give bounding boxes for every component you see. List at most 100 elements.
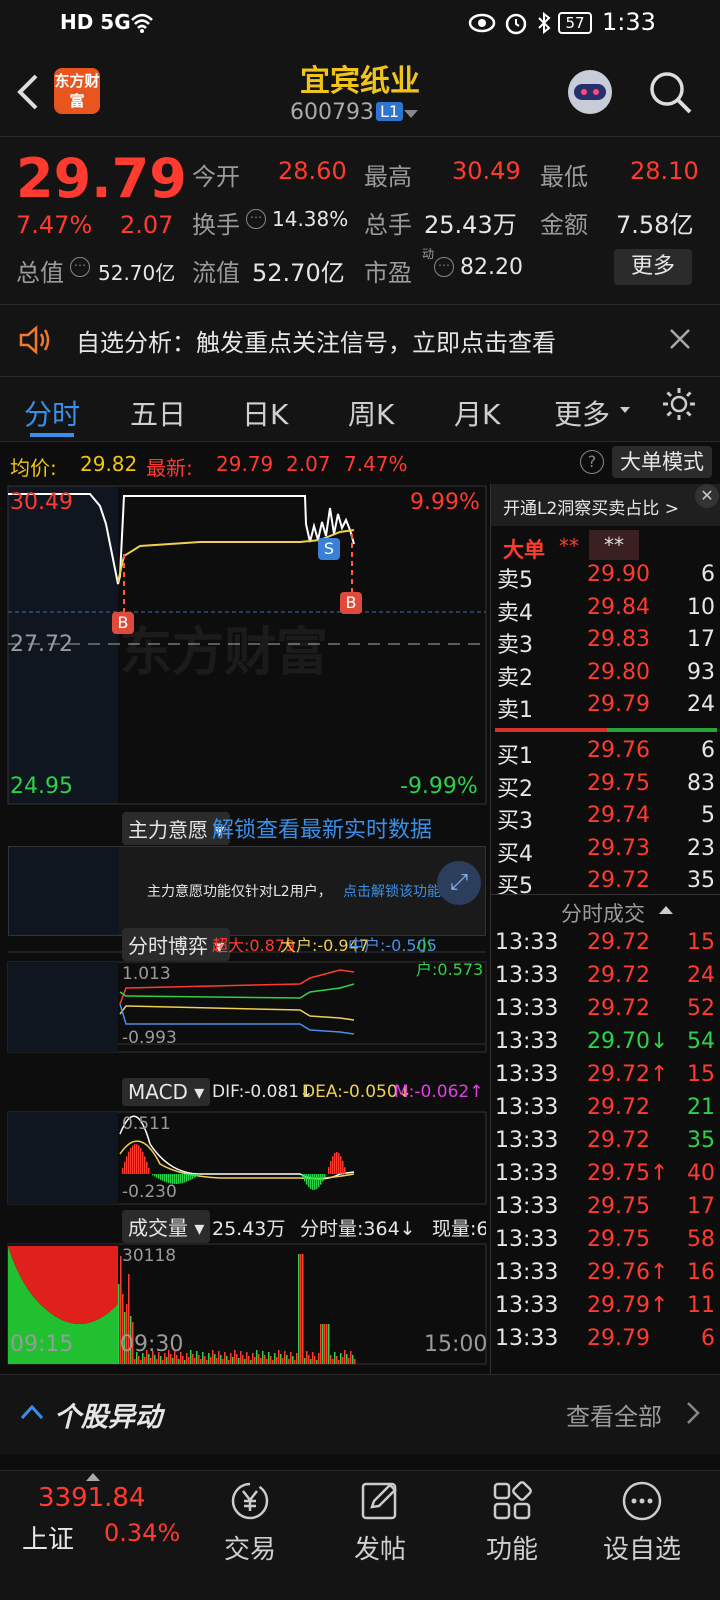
info-icon[interactable]: ⋯ bbox=[246, 209, 266, 229]
tick-time: 13:33 bbox=[495, 1161, 559, 1186]
l2-unlock-link[interactable]: 点击解锁该功能 bbox=[343, 881, 441, 901]
close-icon[interactable] bbox=[668, 327, 692, 351]
index-name[interactable]: 上证 bbox=[22, 1519, 74, 1556]
tab-more[interactable]: 更多 bbox=[554, 393, 610, 433]
tick-time: 13:33 bbox=[495, 930, 559, 955]
ticks-title[interactable]: 分时成交 bbox=[561, 898, 645, 928]
main-intent-shade bbox=[9, 847, 119, 935]
volume-bar bbox=[290, 1352, 292, 1364]
macd-m: M:-0.062↑ bbox=[394, 1082, 484, 1102]
big-order-label: 大单 bbox=[503, 538, 545, 562]
bluetooth-icon bbox=[538, 11, 551, 35]
macd-label: MACD bbox=[128, 1080, 188, 1104]
macd-dif: DIF:-0.081↓ bbox=[212, 1082, 314, 1102]
search-icon[interactable] bbox=[648, 70, 694, 116]
more-dots-icon bbox=[622, 1481, 662, 1521]
amount-label: 金额 bbox=[540, 211, 588, 239]
volume-bar bbox=[242, 1355, 244, 1364]
notice-bar[interactable]: 自选分析：触发重点关注信号，立即点击查看 bbox=[0, 304, 720, 376]
tab-intraday[interactable]: 分时 bbox=[24, 393, 80, 433]
volume-bar bbox=[256, 1350, 258, 1364]
macd-selector[interactable]: MACD ▾ bbox=[122, 1078, 211, 1106]
l2-promo[interactable]: 开通L2洞察买卖占比 > ✕ bbox=[491, 484, 720, 526]
sell-marker[interactable]: S bbox=[318, 538, 340, 560]
intraday-chart-area[interactable]: 30.49 27.72 24.95 9.99% -9.99% 东方财富 B B … bbox=[0, 484, 490, 1374]
ask-price: 29.83 bbox=[587, 627, 650, 653]
volume-bar bbox=[302, 1254, 304, 1364]
info-icon[interactable]: ⋯ bbox=[70, 257, 90, 277]
pe-value: 82.20 bbox=[460, 255, 523, 280]
unlock-link[interactable]: 解锁查看最新实时数据 bbox=[212, 812, 432, 844]
anomaly-title: 个股异动 bbox=[54, 1402, 162, 1433]
bid-volume: 35 bbox=[687, 868, 715, 894]
chevron-right-icon[interactable] bbox=[686, 1401, 700, 1425]
ask-label: 卖3 bbox=[497, 633, 533, 659]
tick-price: 29.75 bbox=[587, 1227, 650, 1252]
settings-gear-icon[interactable] bbox=[660, 385, 698, 423]
nav-post[interactable]: 发帖 bbox=[320, 1479, 440, 1566]
collapse-up-icon[interactable] bbox=[659, 904, 673, 916]
game-label: 分时博弈 bbox=[128, 934, 208, 958]
notice-text[interactable]: 自选分析：触发重点关注信号，立即点击查看 bbox=[76, 323, 556, 358]
volume-bar bbox=[260, 1358, 262, 1364]
volume-selector[interactable]: 成交量 ▾ bbox=[122, 1210, 211, 1243]
index-value[interactable]: 3391.84 bbox=[38, 1483, 146, 1513]
bid-label: 买2 bbox=[497, 776, 533, 802]
volume-bar bbox=[280, 1354, 282, 1364]
open-value: 28.60 bbox=[278, 157, 347, 185]
volume-bar bbox=[314, 1356, 316, 1364]
big-order-mode-button[interactable]: 大单模式 bbox=[612, 446, 712, 478]
level-badge: L1 bbox=[376, 102, 404, 121]
chevron-up-icon[interactable] bbox=[20, 1403, 44, 1421]
buy-marker[interactable]: B bbox=[340, 592, 362, 614]
volume-bar bbox=[306, 1351, 308, 1364]
nav-function[interactable]: 功能 bbox=[452, 1479, 572, 1566]
tick-time: 13:33 bbox=[495, 1095, 559, 1120]
divider bbox=[491, 894, 720, 895]
time-open: 09:30 bbox=[120, 1332, 184, 1357]
tab-day-k[interactable]: 日K bbox=[242, 393, 288, 433]
volume-bar bbox=[278, 1350, 280, 1364]
tick-time: 13:33 bbox=[495, 1194, 559, 1219]
nav-add-watchlist[interactable]: 设自选 bbox=[582, 1479, 702, 1566]
volume-bar bbox=[218, 1351, 220, 1364]
volume-bar bbox=[320, 1324, 322, 1364]
turnover-value: 14.38% bbox=[272, 207, 349, 231]
volume-bar bbox=[334, 1352, 336, 1364]
change-amount: 2.07 bbox=[120, 211, 174, 239]
volume-bar bbox=[330, 1355, 332, 1364]
tab-five-day[interactable]: 五日 bbox=[130, 393, 186, 433]
close-icon[interactable]: ✕ bbox=[695, 484, 719, 508]
low-value: 28.10 bbox=[630, 157, 699, 185]
volume-bar bbox=[184, 1360, 186, 1364]
volume-bar bbox=[198, 1355, 200, 1364]
info-icon[interactable]: ⋯ bbox=[434, 257, 454, 277]
volume-label: 成交量 bbox=[128, 1216, 188, 1240]
volume-bar bbox=[240, 1351, 242, 1364]
volume-bar bbox=[350, 1351, 352, 1364]
volume-bar bbox=[150, 1358, 152, 1364]
stock-header: 东方财富 宜宾纸业 600793 L1 bbox=[0, 48, 720, 136]
dropdown-icon[interactable] bbox=[404, 110, 418, 120]
tab-week-k[interactable]: 周K bbox=[348, 393, 394, 433]
volume-bar bbox=[190, 1350, 192, 1364]
yen-exchange-icon bbox=[231, 1482, 269, 1520]
bid-price: 29.75 bbox=[587, 770, 650, 796]
help-icon[interactable]: ? bbox=[580, 450, 604, 474]
robot-avatar-icon[interactable] bbox=[562, 62, 618, 118]
view-all-link[interactable]: 查看全部 bbox=[566, 1397, 662, 1432]
pct-axis-low: -9.99% bbox=[400, 774, 478, 799]
expand-icon[interactable]: ⤢ bbox=[437, 861, 481, 905]
game-axis-top: 1.013 bbox=[122, 964, 171, 984]
volume-total: 25.43万 bbox=[212, 1218, 286, 1240]
watermark: 东方财富 bbox=[120, 623, 329, 683]
index-percent[interactable]: 0.34% bbox=[104, 1519, 180, 1547]
more-button[interactable]: 更多 bbox=[614, 249, 692, 285]
tab-month-k[interactable]: 月K bbox=[454, 393, 500, 433]
nav-trade[interactable]: 交易 bbox=[190, 1479, 310, 1566]
volume-bar bbox=[324, 1324, 326, 1364]
volume-bar bbox=[244, 1359, 246, 1364]
buy-marker[interactable]: B bbox=[112, 612, 134, 634]
l2-promo-text[interactable]: 开通L2洞察买卖占比 > bbox=[503, 494, 679, 519]
volume-bar bbox=[224, 1352, 226, 1364]
